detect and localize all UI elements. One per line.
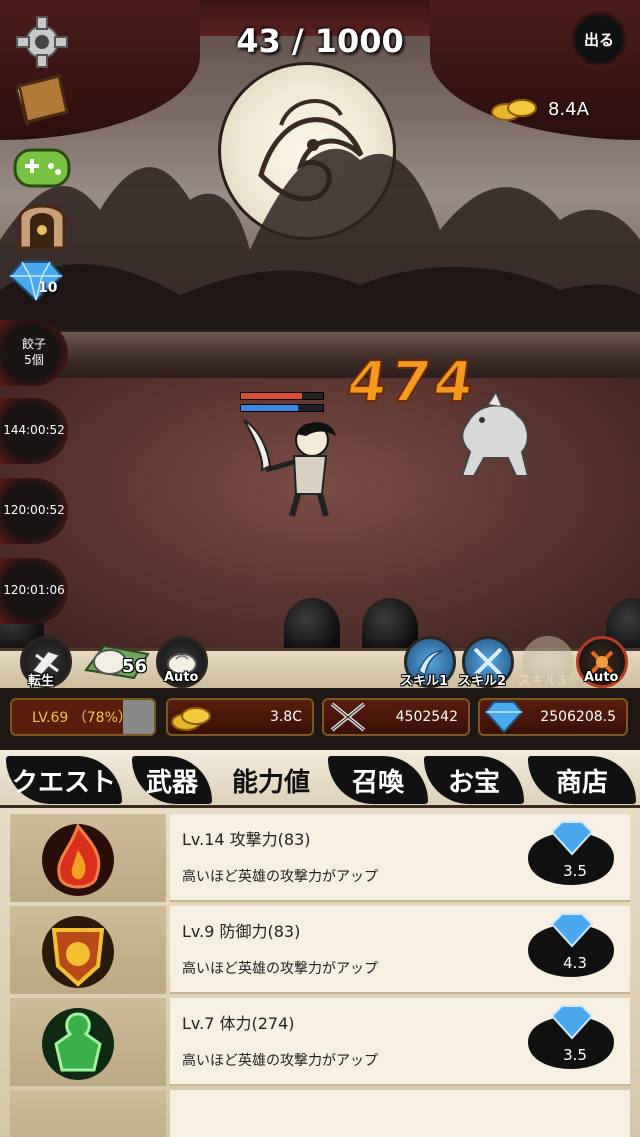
list-item: Lv.9 防御力(83) 高いほど英雄の攻撃力がアップ 4.3 xyxy=(10,906,630,994)
row-body: Lv.7 体力(274) 高いほど英雄の攻撃力がアップ 3.5 xyxy=(170,998,630,1086)
tab-treasure[interactable]: お宝 xyxy=(424,756,524,804)
gold-coins-icon xyxy=(491,99,537,121)
row-icon-panel xyxy=(10,1090,166,1137)
tab-ability[interactable]: 能力値 xyxy=(216,756,326,804)
gold-top-value: 8.4A xyxy=(548,98,589,120)
gamepad-icon xyxy=(13,148,71,188)
tab-quest[interactable]: クエスト xyxy=(6,756,122,804)
row-body: Lv.14 攻撃力(83) 高いほど英雄の攻撃力がアップ 3.5 xyxy=(170,814,630,902)
gem-value: 2506208.5 xyxy=(540,709,616,725)
list-item: Lv.7 体力(274) 高いほど英雄の攻撃力がアップ 3.5 xyxy=(10,998,630,1086)
hero-character xyxy=(243,419,336,517)
gold-counter-top: 8.4A xyxy=(490,96,589,122)
ability-description: 高いほど英雄の攻撃力がアップ xyxy=(182,961,378,977)
shield-emblem-icon xyxy=(42,916,114,988)
row-body xyxy=(170,1090,630,1137)
hero-hp-bar xyxy=(240,392,324,400)
level-box: LV.69 （78%） xyxy=(10,698,156,736)
dumpling-item-button[interactable]: 餃子 5個 xyxy=(0,320,68,386)
gem-box: 2506208.5 xyxy=(478,698,628,736)
ability-description: 高いほど英雄の攻撃力がアップ xyxy=(182,869,378,885)
book-icon xyxy=(15,74,69,127)
stage-progress: 43 / 1000 xyxy=(236,22,404,60)
list-item-partial xyxy=(10,1090,630,1137)
upgrade-cost: 3.5 xyxy=(563,1046,587,1064)
upgrade-cost: 3.5 xyxy=(563,862,587,880)
auto-left-label: Auto xyxy=(164,670,199,685)
crossed-swords-icon xyxy=(330,702,366,732)
gate-icon xyxy=(18,204,66,250)
tab-bar: クエスト 武器 能力値 召喚 お宝 商店 xyxy=(0,750,640,808)
stats-row: LV.69 （78%） 3.8C 4502542 2506208.5 xyxy=(0,688,640,750)
ability-title: Lv.14 攻撃力(83) xyxy=(182,830,311,849)
timer-bubble[interactable]: 120:00:52 xyxy=(0,478,68,544)
ability-description: 高いほど英雄の攻撃力がアップ xyxy=(182,1053,378,1069)
power-box: 4502542 xyxy=(322,698,470,736)
gem-icon xyxy=(484,701,524,734)
battle-scene: 474 43 / 1000 出る 8.4A 10 餃子 5個 144:00:52… xyxy=(0,0,640,650)
timer-label: 120:00:52 xyxy=(3,503,65,518)
gold-coins-icon xyxy=(171,707,211,731)
tab-summon[interactable]: 召喚 xyxy=(328,756,428,804)
gem-side-count: 10 xyxy=(38,280,58,296)
skill3-label: スキル3 xyxy=(518,674,567,689)
timer-label: 120:01:06 xyxy=(3,583,65,598)
gear-icon xyxy=(16,16,68,68)
ability-title: Lv.9 防御力(83) xyxy=(182,922,301,941)
upgrade-gem-button[interactable] xyxy=(524,998,618,1086)
timer-bubble[interactable]: 144:00:52 xyxy=(0,398,68,464)
timer-label: 144:00:52 xyxy=(3,423,65,438)
upgrade-gem-button[interactable] xyxy=(524,814,618,902)
level-value: LV.69 （78%） xyxy=(32,710,132,726)
list-item: Lv.14 攻撃力(83) 高いほど英雄の攻撃力がアップ 3.5 xyxy=(10,814,630,902)
upgrade-gem-button[interactable] xyxy=(524,906,618,994)
skill1-label: スキル1 xyxy=(400,674,449,689)
upgrade-cost: 4.3 xyxy=(563,954,587,972)
bun-count: 56 xyxy=(122,656,148,677)
row-body: Lv.9 防御力(83) 高いほど英雄の攻撃力がアップ 4.3 xyxy=(170,906,630,994)
timer-bubble[interactable]: 120:01:06 xyxy=(0,558,68,624)
skill2-label: スキル2 xyxy=(458,674,507,689)
ink-mountains xyxy=(0,148,640,350)
auto-right-label: Auto xyxy=(584,670,619,685)
stage-bollard xyxy=(362,598,418,650)
fire-emblem-icon xyxy=(42,822,114,896)
settings-button[interactable] xyxy=(12,12,72,72)
gamepad-button[interactable] xyxy=(12,138,72,198)
stage-bollard xyxy=(284,598,340,650)
exit-button[interactable]: 出る xyxy=(570,10,628,68)
tab-shop[interactable]: 商店 xyxy=(528,756,636,804)
stage-rail xyxy=(0,330,640,378)
enemy-beast xyxy=(460,392,530,477)
ability-list: Lv.14 攻撃力(83) 高いほど英雄の攻撃力がアップ 3.5 Lv.9 防御… xyxy=(0,808,640,1137)
gold-box: 3.8C xyxy=(166,698,314,736)
book-button[interactable] xyxy=(12,70,72,130)
power-value: 4502542 xyxy=(395,709,458,725)
gold-value: 3.8C xyxy=(269,709,302,725)
rebirth-label: 転生 xyxy=(28,674,55,689)
dumpling-item-label: 餃子 5個 xyxy=(21,337,46,367)
gate-button[interactable] xyxy=(12,192,72,252)
tab-weapon[interactable]: 武器 xyxy=(132,756,212,804)
ability-title: Lv.7 体力(274) xyxy=(182,1014,295,1033)
body-emblem-icon xyxy=(42,1008,114,1080)
